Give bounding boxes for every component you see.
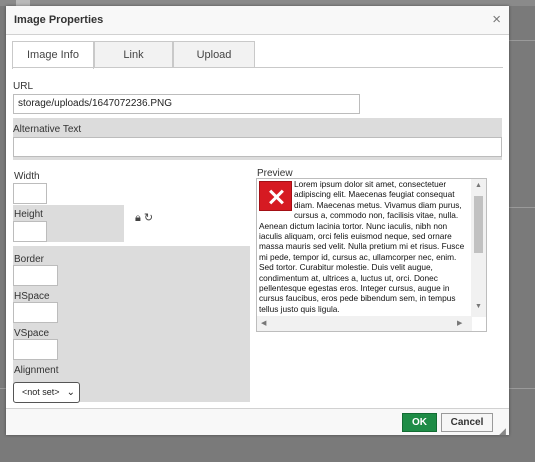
width-input[interactable] xyxy=(13,183,47,204)
background-divider xyxy=(509,40,535,41)
close-icon[interactable]: × xyxy=(492,12,501,27)
alignment-select[interactable]: <not set> ⌄ xyxy=(13,382,80,403)
lock-icon[interactable]: 🔒︎ xyxy=(135,212,141,224)
preview-scroll-thumb[interactable] xyxy=(474,196,483,253)
preview-horizontal-scrollbar[interactable]: ◀ ▶ xyxy=(257,316,472,331)
alt-text-label: Alternative Text xyxy=(13,124,82,135)
vspace-input[interactable] xyxy=(13,339,58,360)
scroll-up-icon[interactable]: ▲ xyxy=(475,182,482,189)
url-label: URL xyxy=(13,81,34,92)
ratio-controls: 🔒︎ ↻ xyxy=(135,211,156,225)
border-label: Border xyxy=(14,254,45,265)
scroll-right-icon[interactable]: ▶ xyxy=(457,319,462,327)
background-divider xyxy=(509,207,535,208)
tab-image-info[interactable]: Image Info xyxy=(12,41,94,69)
broken-image-icon xyxy=(259,181,292,211)
url-input[interactable]: storage/uploads/1647072236.PNG xyxy=(13,94,360,114)
hspace-label: HSpace xyxy=(14,291,50,302)
height-label: Height xyxy=(14,209,43,220)
tab-upload[interactable]: Upload xyxy=(173,41,255,68)
chevron-down-icon: ⌄ xyxy=(66,387,75,398)
resize-handle-icon[interactable]: ◢ xyxy=(499,426,506,437)
preview-vertical-scrollbar[interactable]: ▲ ▼ xyxy=(471,179,486,317)
tab-divider xyxy=(12,67,503,68)
scroll-left-icon[interactable]: ◀ xyxy=(261,319,266,327)
width-label: Width xyxy=(14,171,40,182)
alt-text-input[interactable] xyxy=(13,137,502,157)
image-properties-dialog: Image Properties × Image Info Link Uploa… xyxy=(6,6,509,437)
tab-link[interactable]: Link xyxy=(94,41,173,68)
alignment-label: Alignment xyxy=(14,365,59,376)
preview-content: Lorem ipsum dolor sit amet, consectetuer… xyxy=(259,179,470,315)
scroll-down-icon[interactable]: ▼ xyxy=(475,303,482,310)
reset-size-icon[interactable]: ↻ xyxy=(144,212,153,224)
preview-box: Lorem ipsum dolor sit amet, consectetuer… xyxy=(256,178,487,332)
hspace-input[interactable] xyxy=(13,302,58,323)
vspace-label: VSpace xyxy=(14,328,50,339)
height-input[interactable] xyxy=(13,221,47,242)
ok-button[interactable]: OK xyxy=(402,413,437,432)
cancel-button[interactable]: Cancel xyxy=(441,413,493,432)
border-input[interactable] xyxy=(13,265,58,286)
dialog-titlebar[interactable]: Image Properties × xyxy=(6,6,509,35)
alignment-select-value: <not set> xyxy=(22,387,60,397)
background-divider xyxy=(509,388,535,389)
dialog-title: Image Properties xyxy=(14,14,104,26)
